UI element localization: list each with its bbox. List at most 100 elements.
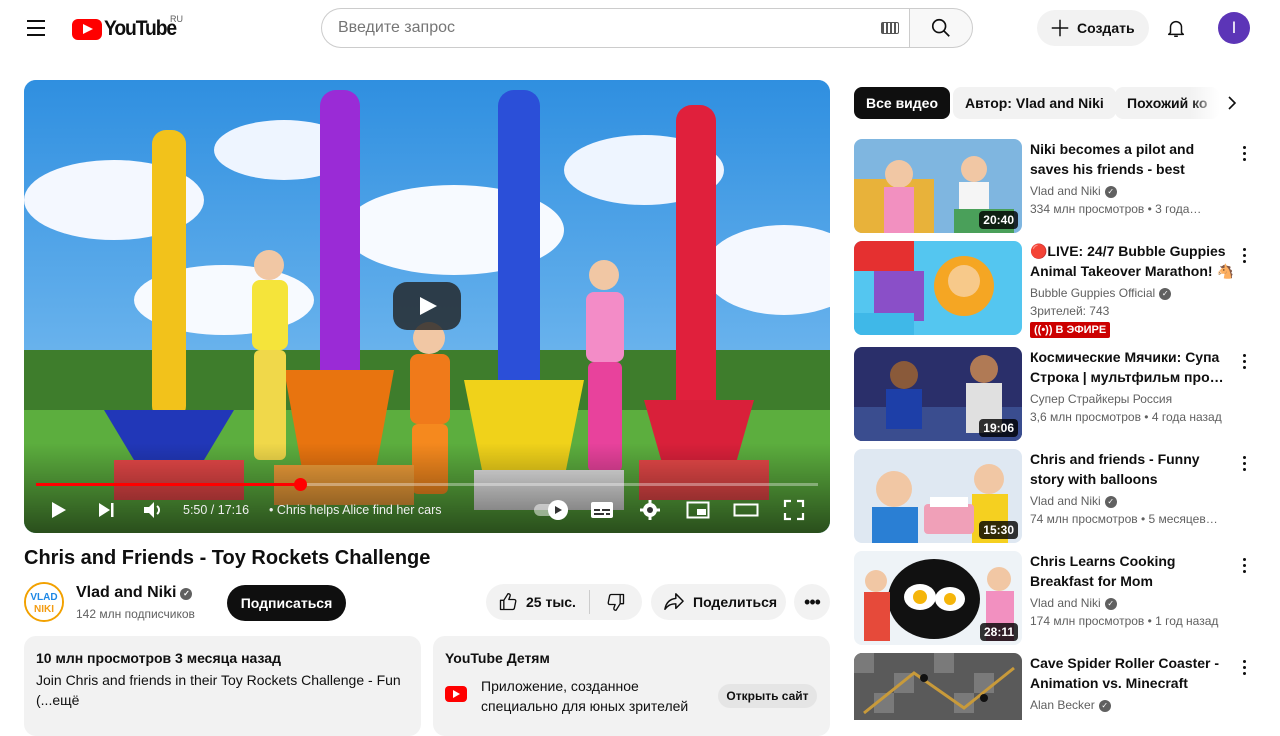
kid-left xyxy=(252,250,288,460)
video-thumbnail[interactable]: 20:40 xyxy=(854,139,1022,233)
more-actions-button[interactable]: ••• xyxy=(794,584,830,620)
youtube-logo[interactable]: YouTube xyxy=(72,17,182,41)
recommendation-item[interactable]: 19:06 Космические Мячики: Супа Строка | … xyxy=(854,347,1250,441)
description-box[interactable]: 10 млн просмотров 3 месяца назад Join Ch… xyxy=(24,636,421,736)
kebab-menu-icon[interactable] xyxy=(1236,655,1252,679)
play-icon[interactable] xyxy=(44,496,72,524)
video-thumbnail[interactable]: 19:06 xyxy=(854,347,1022,441)
description-text: Join Chris and friends in their Toy Rock… xyxy=(36,672,401,708)
subscribe-button[interactable]: Подписаться xyxy=(227,585,346,621)
menu-icon[interactable] xyxy=(20,12,52,44)
rec-meta: 3,6 млн просмотров • 4 года назад xyxy=(1030,410,1222,424)
rec-channel[interactable]: Vlad and Niki ✓ xyxy=(1030,184,1117,198)
create-button[interactable]: Создать xyxy=(1037,10,1149,46)
rec-title[interactable]: 🔴LIVE: 24/7 Bubble Guppies Animal Takeov… xyxy=(1030,241,1234,281)
channel-name[interactable]: Vlad and Niki ✓ xyxy=(76,584,193,602)
search-input[interactable] xyxy=(338,19,858,37)
kids-panel-title: YouTube Детям xyxy=(445,650,550,666)
rec-meta: Зрителей: 743 xyxy=(1030,304,1110,318)
like-dislike-group: 25 тыс. xyxy=(486,584,642,620)
theater-mode-icon[interactable] xyxy=(732,496,760,524)
player-controls: 5:50 / 17:16 • Chris helps Alice find he… xyxy=(24,494,830,526)
rec-channel[interactable]: Супер Страйкеры Россия xyxy=(1030,392,1172,406)
search-bar xyxy=(321,8,973,48)
open-site-button[interactable]: Открыть сайт xyxy=(718,684,817,708)
video-thumbnail[interactable]: 28:11 xyxy=(854,551,1022,645)
volume-icon[interactable] xyxy=(139,496,167,524)
progress-played xyxy=(36,483,301,486)
share-icon xyxy=(664,593,684,610)
next-icon[interactable] xyxy=(92,496,120,524)
kebab-menu-icon[interactable] xyxy=(1236,243,1252,267)
rec-channel[interactable]: Alan Becker ✓ xyxy=(1030,698,1111,712)
top-bar: YouTube RU Создать I xyxy=(0,0,1280,56)
video-thumbnail[interactable]: 15:30 xyxy=(854,449,1022,543)
search-box xyxy=(321,8,909,48)
owner-row: VLAD NIKI Vlad and Niki ✓ 142 млн подписчи… xyxy=(24,580,830,624)
kids-panel-text: Приложение, созданное специально для юны… xyxy=(481,678,689,714)
subtitles-icon[interactable] xyxy=(588,496,616,524)
chip-all-videos[interactable]: Все видео xyxy=(854,87,951,119)
rec-title[interactable]: Niki becomes a pilot and saves his frien… xyxy=(1030,139,1234,179)
verified-check-icon: ✓ xyxy=(1104,598,1117,610)
time-display: 5:50 / 17:16 xyxy=(183,503,250,517)
rec-meta: 174 млн просмотров • 1 год назад xyxy=(1030,614,1219,628)
account-avatar[interactable]: I xyxy=(1218,12,1250,44)
thumbs-up-icon xyxy=(499,593,517,611)
share-button[interactable]: Поделиться xyxy=(651,584,786,620)
recommendation-item[interactable]: 15:30 Chris and friends - Funny story wi… xyxy=(854,449,1250,543)
plus-icon xyxy=(1051,19,1069,37)
kebab-menu-icon[interactable] xyxy=(1236,553,1252,577)
video-duration: 28:11 xyxy=(979,623,1018,641)
verified-check-icon: ✓ xyxy=(1104,186,1117,198)
keyboard-icon[interactable] xyxy=(881,22,899,34)
rec-title[interactable]: Cave Spider Roller Coaster - Animation v… xyxy=(1030,653,1234,693)
recommendation-item[interactable]: 🔴LIVE: 24/7 Bubble Guppies Animal Takeov… xyxy=(854,241,1252,338)
rec-title[interactable]: Chris and friends - Funny story with bal… xyxy=(1030,449,1234,489)
country-code: RU xyxy=(170,14,183,24)
svg-text:VLAD: VLAD xyxy=(30,592,57,603)
search-button[interactable] xyxy=(909,8,973,48)
verified-check-icon: ✓ xyxy=(1104,496,1117,508)
miniplayer-icon[interactable] xyxy=(684,496,712,524)
verified-check-icon: ✓ xyxy=(1098,700,1111,712)
video-player[interactable]: 5:50 / 17:16 • Chris helps Alice find he… xyxy=(24,80,830,533)
fullscreen-icon[interactable] xyxy=(780,496,808,524)
video-thumbnail[interactable] xyxy=(854,241,1022,335)
kebab-menu-icon[interactable] xyxy=(1236,451,1252,475)
live-badge: ((•)) В ЭФИРЕ xyxy=(1030,322,1111,338)
view-date-meta: 10 млн просмотров 3 месяца назад xyxy=(36,650,281,666)
search-icon xyxy=(931,18,950,37)
rec-channel[interactable]: Bubble Guppies Official ✓ xyxy=(1030,286,1172,300)
notifications-bell-icon[interactable] xyxy=(1160,12,1192,44)
like-button[interactable]: 25 тыс. xyxy=(486,590,590,614)
create-label: Создать xyxy=(1077,20,1135,36)
rec-meta: 74 млн просмотров • 5 месяцев… xyxy=(1030,512,1218,526)
chapter-title[interactable]: • Chris helps Alice find her cars xyxy=(269,503,442,517)
video-title: Chris and Friends - Toy Rockets Challeng… xyxy=(24,547,431,569)
logo-text: YouTube xyxy=(104,17,177,40)
kebab-menu-icon[interactable] xyxy=(1236,349,1252,373)
rec-title[interactable]: Chris Learns Cooking Breakfast for Mom xyxy=(1030,551,1234,591)
thumbs-down-icon xyxy=(607,593,625,611)
autoplay-toggle[interactable] xyxy=(534,500,570,520)
kebab-menu-icon[interactable] xyxy=(1236,141,1252,165)
video-thumbnail[interactable] xyxy=(854,653,1022,720)
chevron-right-icon[interactable] xyxy=(1216,87,1248,119)
progress-bar[interactable] xyxy=(36,478,818,491)
subscriber-count: 142 млн подписчиков xyxy=(76,607,195,621)
svg-text:NIKI: NIKI xyxy=(34,604,54,615)
chip-author[interactable]: Автор: Vlad and Niki xyxy=(953,87,1116,119)
recommendation-item[interactable]: Cave Spider Roller Coaster - Animation v… xyxy=(854,653,1250,720)
youtube-kids-panel: YouTube Детям Приложение, созданное спец… xyxy=(433,636,830,736)
channel-avatar[interactable]: VLAD NIKI xyxy=(24,582,64,622)
rec-title[interactable]: Космические Мячики: Супа Строка | мультф… xyxy=(1030,347,1234,387)
big-play-button[interactable] xyxy=(393,282,461,330)
recommendation-item[interactable]: 28:11 Chris Learns Cooking Breakfast for… xyxy=(854,551,1250,645)
settings-gear-icon[interactable] xyxy=(636,496,664,524)
recommendation-item[interactable]: 20:40 Niki becomes a pilot and saves his… xyxy=(854,139,1250,233)
rec-channel[interactable]: Vlad and Niki ✓ xyxy=(1030,494,1117,508)
rec-channel[interactable]: Vlad and Niki ✓ xyxy=(1030,596,1117,610)
share-label: Поделиться xyxy=(693,594,778,610)
dislike-button[interactable] xyxy=(590,584,642,620)
